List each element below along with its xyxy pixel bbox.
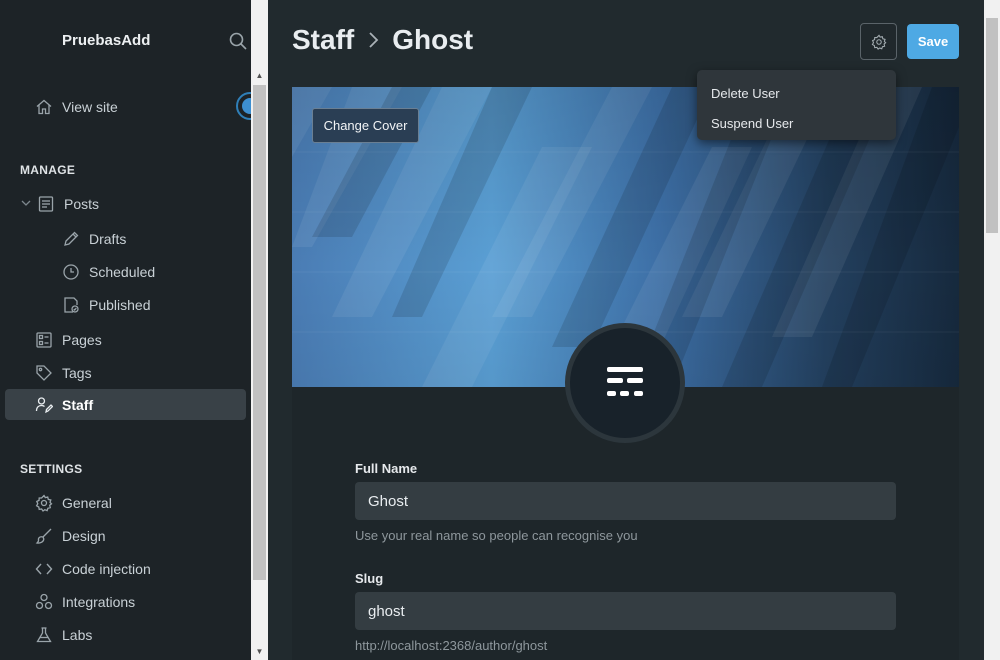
pages-label: Pages [62, 331, 102, 348]
site-title[interactable]: PruebasAdd [62, 32, 150, 49]
full-name-input[interactable]: Ghost [355, 482, 896, 520]
posts-label: Posts [64, 195, 100, 212]
sidebar-item-design[interactable]: Design [35, 520, 106, 551]
slug-label: Slug [355, 571, 384, 586]
sidebar-scroll-thumb[interactable] [253, 85, 266, 580]
scheduled-label: Scheduled [89, 263, 156, 280]
sidebar-item-integrations[interactable]: Integrations [35, 586, 135, 617]
clock-icon [63, 263, 79, 280]
user-actions-button[interactable] [860, 23, 897, 60]
avatar[interactable] [565, 323, 685, 443]
home-icon [36, 99, 52, 114]
chevron-down-icon[interactable] [20, 197, 32, 209]
sidebar-item-scheduled[interactable]: Scheduled [62, 256, 155, 287]
sidebar-item-drafts[interactable]: Drafts [62, 223, 126, 254]
suspend-user-menu-item[interactable]: Suspend User [697, 108, 896, 138]
page-scrollbar[interactable] [984, 0, 1000, 660]
gear-icon [871, 33, 886, 50]
sidebar-item-staff[interactable]: Staff [5, 389, 246, 420]
sidebar: PruebasAdd View site MANAGE Posts Drafts… [0, 0, 251, 660]
labs-label: Labs [62, 626, 93, 643]
sidebar-item-code-injection[interactable]: Code injection [35, 553, 151, 584]
page-scroll-thumb[interactable] [986, 18, 998, 233]
brush-icon [35, 528, 52, 544]
gear-icon [35, 493, 53, 512]
pencil-icon [64, 231, 79, 246]
posts-icon [38, 195, 54, 212]
design-label: Design [62, 527, 106, 544]
code-icon [35, 563, 53, 574]
flask-icon [36, 626, 52, 642]
sidebar-item-labs[interactable]: Labs [35, 619, 92, 650]
ghost-logo-icon [607, 367, 643, 396]
slug-input[interactable]: ghost [355, 592, 896, 630]
view-site-label: View site [62, 98, 118, 115]
breadcrumb-staff-link[interactable]: Staff [292, 24, 354, 56]
view-site-link[interactable]: View site [35, 91, 118, 122]
sidebar-item-tags[interactable]: Tags [35, 357, 92, 388]
sidebar-item-pages[interactable]: Pages [35, 324, 102, 355]
published-icon [64, 296, 79, 313]
staff-label: Staff [62, 396, 94, 413]
drafts-label: Drafts [89, 230, 127, 247]
slug-url-hint: http://localhost:2368/author/ghost [355, 638, 548, 653]
settings-section-title: SETTINGS [20, 462, 83, 476]
sidebar-item-published[interactable]: Published [62, 289, 151, 320]
general-label: General [62, 494, 112, 511]
change-cover-button[interactable]: Change Cover [312, 108, 419, 143]
save-button[interactable]: Save [907, 24, 959, 59]
breadcrumb-current: Ghost [392, 24, 474, 55]
user-actions-menu: Delete User Suspend User [697, 70, 896, 140]
integrations-label: Integrations [62, 593, 136, 610]
full-name-hint: Use your real name so people can recogni… [355, 528, 638, 543]
sidebar-item-posts[interactable]: Posts [37, 188, 99, 219]
breadcrumb: Staff Ghost [292, 24, 473, 56]
delete-user-menu-item[interactable]: Delete User [697, 78, 896, 108]
scroll-up-arrow-icon[interactable]: ▲ [251, 67, 268, 84]
code-injection-label: Code injection [62, 560, 151, 577]
full-name-label: Full Name [355, 461, 418, 476]
tags-label: Tags [62, 364, 92, 381]
pages-icon [36, 331, 52, 348]
published-label: Published [89, 296, 151, 313]
scroll-down-arrow-icon[interactable]: ▼ [251, 643, 268, 660]
integrations-icon [35, 593, 53, 609]
manage-section-title: MANAGE [20, 163, 76, 177]
chevron-right-icon [369, 32, 379, 48]
search-icon[interactable] [228, 31, 248, 51]
sidebar-scrollbar[interactable]: ▲ ▼ [251, 0, 268, 660]
staff-icon [35, 396, 53, 413]
tag-icon [36, 364, 52, 381]
sidebar-item-general[interactable]: General [35, 487, 112, 518]
